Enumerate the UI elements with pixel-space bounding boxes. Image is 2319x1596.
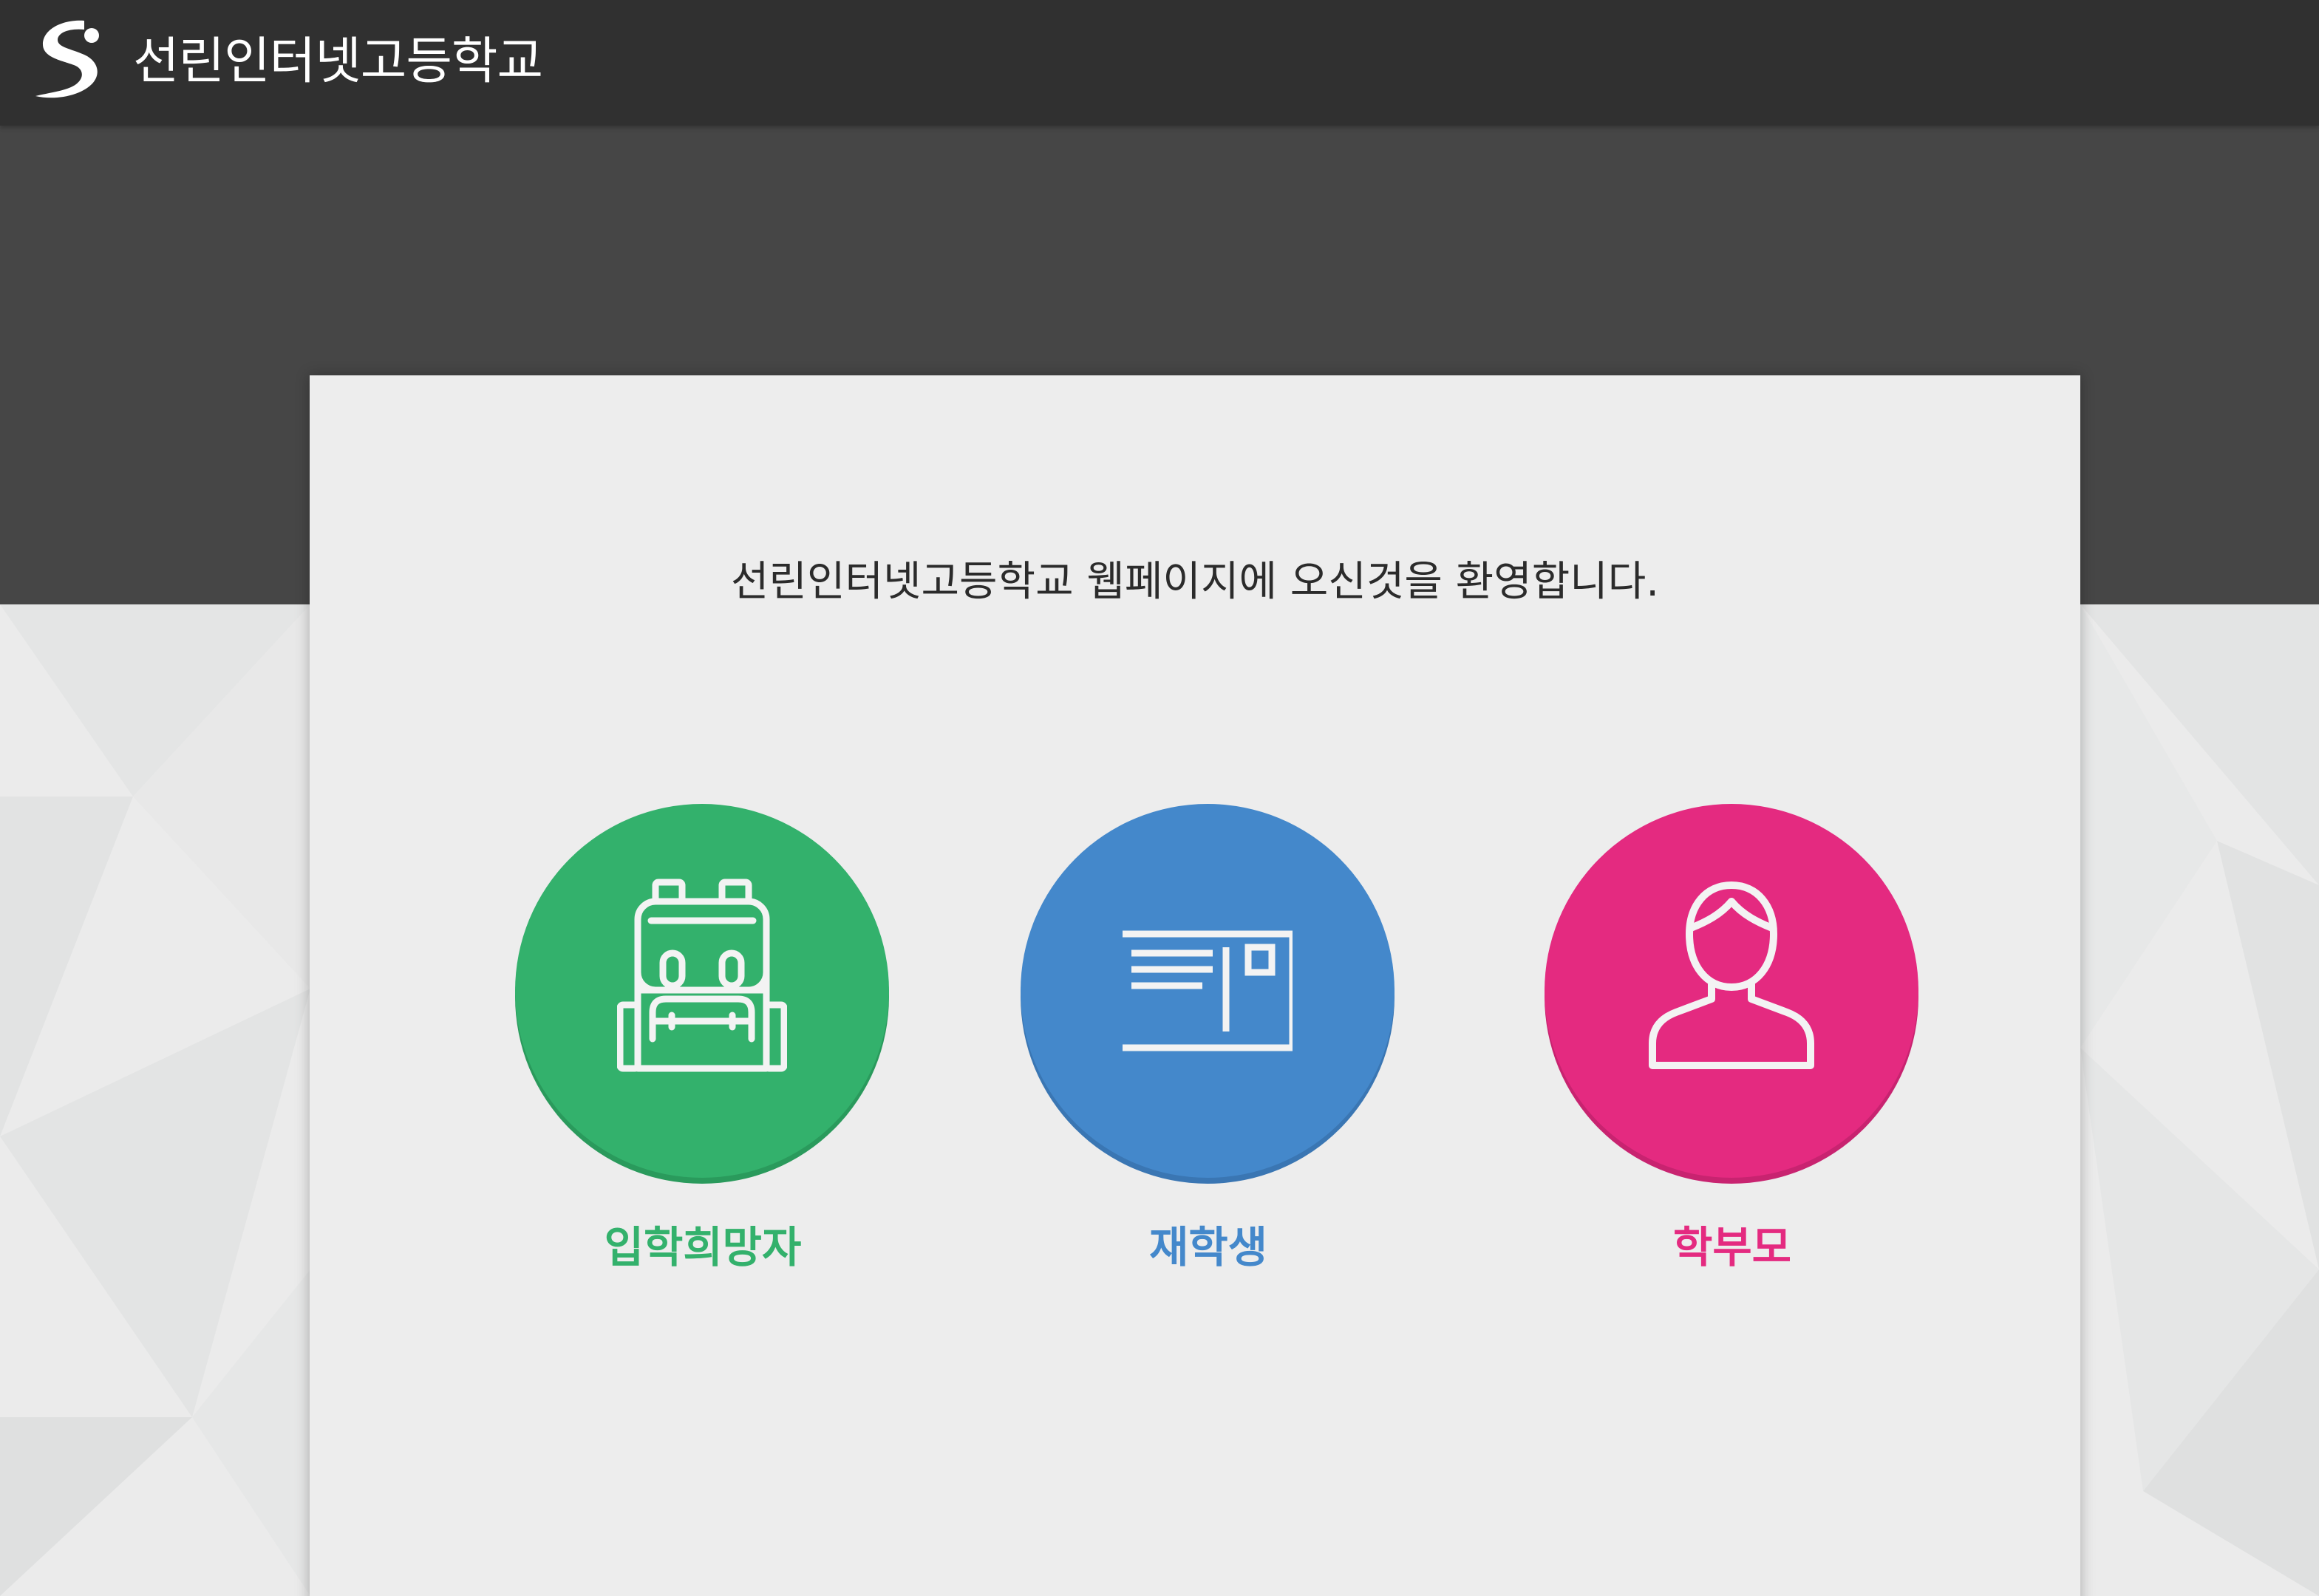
top-navigation-bar: 선린인터넷고등학교 [0, 0, 2319, 126]
site-title[interactable]: 선린인터넷고등학교 [133, 25, 543, 99]
school-logo-icon[interactable] [33, 16, 103, 103]
parent-label[interactable]: 학부모 [1540, 1218, 1924, 1277]
student-circle[interactable] [1021, 804, 1395, 1178]
main-card: 선린인터넷고등학교 웹페이지에 오신것을 환영합니다. 입학희망자 재학생 학부… [310, 375, 2080, 1596]
person-icon [1649, 881, 1814, 1069]
applicant-circle[interactable] [515, 804, 889, 1178]
applicant-label[interactable]: 입학희망자 [511, 1218, 895, 1277]
id-card-icon [1123, 930, 1293, 1051]
welcome-message: 선린인터넷고등학교 웹페이지에 오신것을 환영합니다. [730, 558, 1660, 606]
page: 선린인터넷고등학교 선린인터넷고등학교 웹페이지에 오신것을 환영합니다. 입학… [0, 0, 2319, 1596]
student-label[interactable]: 재학생 [1016, 1218, 1400, 1277]
applicant-button[interactable]: 입학희망자 [511, 804, 895, 1306]
student-button[interactable]: 재학생 [1016, 804, 1400, 1306]
parent-circle[interactable] [1545, 804, 1918, 1178]
backpack-icon [617, 879, 787, 1072]
parent-button[interactable]: 학부모 [1540, 804, 1924, 1306]
